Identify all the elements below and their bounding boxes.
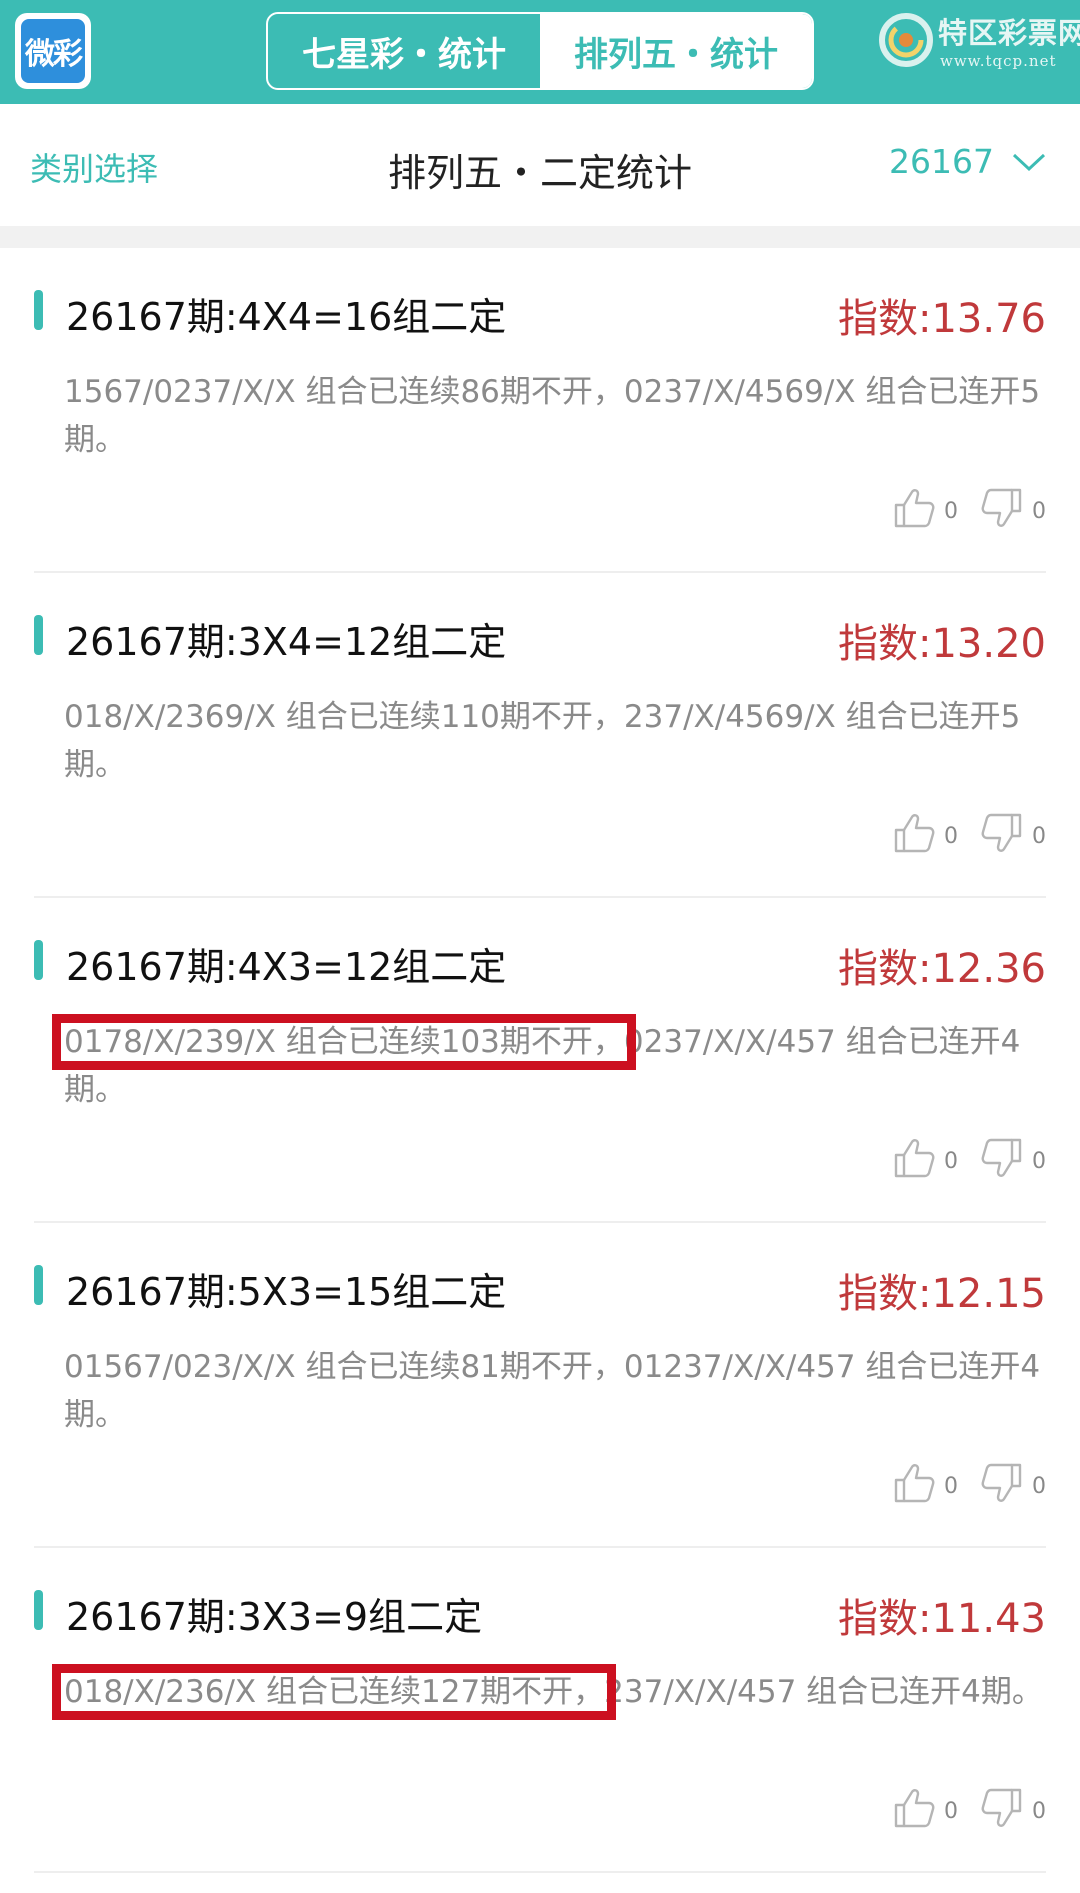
- card-description: 1567/0237/X/X 组合已连续86期不开，0237/X/4569/X 组…: [64, 368, 1054, 464]
- card-description: 018/X/236/X 组合已连续127期不开，237/X/X/457 组合已连…: [64, 1668, 1054, 1716]
- card-index: 指数:13.20: [838, 621, 1046, 667]
- like-button[interactable]: 0: [892, 1136, 958, 1180]
- card-accent-bar: [34, 290, 43, 330]
- card-description: 01567/023/X/X 组合已连续81期不开，01237/X/X/457 组…: [64, 1343, 1054, 1439]
- stat-card: 26167期:4X3=12组二定 指数:12.36 0178/X/239/X 组…: [34, 898, 1046, 1223]
- dislike-count: 0: [1032, 1148, 1046, 1174]
- card-title: 26167期:3X3=9组二定: [66, 1595, 483, 1639]
- dislike-count: 0: [1032, 498, 1046, 524]
- card-accent-bar: [34, 940, 43, 980]
- card-description: 018/X/2369/X 组合已连续110期不开，237/X/4569/X 组合…: [64, 693, 1054, 789]
- like-button[interactable]: 0: [892, 1786, 958, 1830]
- card-title: 26167期:5X3=15组二定: [66, 1270, 507, 1314]
- stat-card: 26167期:5X3=15组二定 指数:12.15 01567/023/X/X …: [34, 1223, 1046, 1548]
- brand-name: 特区彩票网: [938, 16, 1080, 50]
- issue-select-dropdown[interactable]: 26167: [889, 142, 1046, 181]
- like-count: 0: [944, 1473, 958, 1499]
- thumbs-up-icon: [894, 489, 935, 528]
- card-description-cold: 01567/023/X/X 组合已连续81期不开，: [64, 1349, 624, 1385]
- card-title: 26167期:3X4=12组二定: [66, 620, 507, 664]
- card-description-cold: 018/X/236/X 组合已连续127期不开，: [64, 1674, 605, 1710]
- like-count: 0: [944, 498, 958, 524]
- thumbs-down-icon: [981, 1138, 1022, 1177]
- tab-qixingcai[interactable]: 七星彩・统计: [268, 14, 540, 88]
- vote-bar: 0 0: [870, 486, 1046, 530]
- thumbs-down-icon: [981, 1463, 1022, 1502]
- stat-card: 26167期:4X4=16组二定 指数:13.76 1567/0237/X/X …: [34, 248, 1046, 573]
- card-description: 0178/X/239/X 组合已连续103期不开，0237/X/X/457 组合…: [64, 1018, 1054, 1114]
- thumbs-up-icon: [894, 1139, 935, 1178]
- card-accent-bar: [34, 615, 43, 655]
- thumbs-down-icon: [981, 488, 1022, 527]
- brand-watermark: 特区彩票网 www.tqcp.net: [878, 6, 1080, 76]
- card-title: 26167期:4X4=16组二定: [66, 295, 507, 339]
- like-count: 0: [944, 1798, 958, 1824]
- card-accent-bar: [34, 1590, 43, 1630]
- dislike-button[interactable]: 0: [980, 1786, 1046, 1830]
- like-count: 0: [944, 823, 958, 849]
- card-description-cold: 018/X/2369/X 组合已连续110期不开，: [64, 699, 624, 735]
- stat-list: 26167期:4X4=16组二定 指数:13.76 1567/0237/X/X …: [0, 248, 1080, 1873]
- like-button[interactable]: 0: [892, 811, 958, 855]
- section-divider: [0, 226, 1080, 248]
- card-description-hot: 237/X/X/457 组合已连开4期。: [604, 1674, 1043, 1710]
- brand-swirl-icon: [879, 13, 933, 67]
- dislike-count: 0: [1032, 1798, 1046, 1824]
- dislike-button[interactable]: 0: [980, 486, 1046, 530]
- card-index: 指数:12.15: [838, 1271, 1046, 1317]
- app-logo-text: 微彩: [21, 19, 85, 83]
- card-title: 26167期:4X3=12组二定: [66, 945, 507, 989]
- chevron-down-icon: [1012, 153, 1046, 171]
- dislike-count: 0: [1032, 823, 1046, 849]
- thumbs-up-icon: [894, 1789, 935, 1828]
- dislike-button[interactable]: 0: [980, 811, 1046, 855]
- vote-bar: 0 0: [870, 1461, 1046, 1505]
- stat-card: 26167期:3X4=12组二定 指数:13.20 018/X/2369/X 组…: [34, 573, 1046, 898]
- issue-number: 26167: [889, 142, 994, 181]
- like-button[interactable]: 0: [892, 486, 958, 530]
- thumbs-down-icon: [981, 1788, 1022, 1827]
- brand-url: www.tqcp.net: [940, 52, 1057, 70]
- sub-header: 类别选择 排列五・二定统计 26167: [0, 104, 1080, 226]
- top-bar: 微彩 七星彩・统计 排列五・统计 特区彩票网 www.tqcp.net: [0, 0, 1080, 104]
- card-index: 指数:13.76: [838, 296, 1046, 342]
- dislike-button[interactable]: 0: [980, 1461, 1046, 1505]
- vote-bar: 0 0: [870, 1786, 1046, 1830]
- thumbs-down-icon: [981, 813, 1022, 852]
- dislike-button[interactable]: 0: [980, 1136, 1046, 1180]
- card-description-cold: 0178/X/239/X 组合已连续103期不开，: [64, 1024, 624, 1060]
- app-logo[interactable]: 微彩: [15, 13, 91, 89]
- card-description-cold: 1567/0237/X/X 组合已连续86期不开，: [64, 374, 624, 410]
- dislike-count: 0: [1032, 1473, 1046, 1499]
- vote-bar: 0 0: [870, 811, 1046, 855]
- card-accent-bar: [34, 1265, 43, 1305]
- vote-bar: 0 0: [870, 1136, 1046, 1180]
- stat-card: 26167期:3X3=9组二定 指数:11.43 018/X/236/X 组合已…: [34, 1548, 1046, 1873]
- like-count: 0: [944, 1148, 958, 1174]
- card-index: 指数:12.36: [838, 946, 1046, 992]
- thumbs-up-icon: [894, 814, 935, 853]
- tab-pailiewu[interactable]: 排列五・统计: [540, 14, 812, 88]
- card-index: 指数:11.43: [838, 1596, 1046, 1642]
- lottery-tabs: 七星彩・统计 排列五・统计: [266, 12, 814, 90]
- thumbs-up-icon: [894, 1464, 935, 1503]
- like-button[interactable]: 0: [892, 1461, 958, 1505]
